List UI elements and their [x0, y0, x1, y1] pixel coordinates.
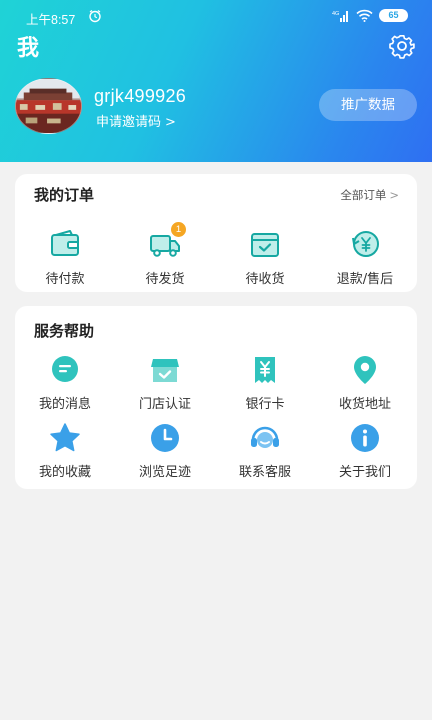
service-item-label: 收货地址 — [338, 397, 391, 412]
service-bank-card[interactable]: 银行卡 — [215, 354, 315, 412]
order-item-label: 退款/售后 — [336, 272, 394, 287]
services-card: 服务帮助 我的消息 门店认证 银行卡 收货地址 我的收藏 浏览足迹 联系客服 关… — [15, 306, 417, 489]
all-orders-label: 全部订单 — [340, 188, 387, 202]
gear-icon[interactable] — [389, 33, 415, 59]
promo-data-button[interactable]: 推广数据 — [319, 89, 417, 121]
wallet-icon — [51, 230, 79, 256]
shipment-count-badge: 1 — [171, 222, 186, 237]
service-item-label: 我的消息 — [38, 397, 91, 412]
service-item-label: 银行卡 — [245, 397, 285, 412]
orders-title: 我的订单 — [34, 186, 95, 204]
battery-indicator: 65 — [379, 9, 408, 22]
star-icon — [50, 423, 80, 452]
username: grjk499926 — [94, 86, 187, 106]
bank-card-icon — [255, 357, 275, 383]
orders-card: 我的订单 全部订单 > 待付款 1 待发货 待收货 退款/售后 — [15, 174, 417, 292]
status-bar: 上午8:57 4G 65 — [0, 0, 432, 32]
package-icon — [251, 233, 279, 257]
invite-code-link[interactable]: 申请邀请码 > — [96, 111, 176, 130]
svg-text:4G: 4G — [332, 11, 339, 17]
info-icon — [351, 424, 379, 452]
order-item-label: 待收货 — [245, 272, 285, 287]
all-orders-link[interactable]: 全部订单 > — [340, 187, 399, 203]
service-favorites[interactable]: 我的收藏 — [15, 422, 115, 480]
page-title: 我 — [17, 36, 40, 61]
services-title: 服务帮助 — [34, 322, 95, 340]
signal-icon: 4G — [332, 11, 348, 22]
service-browsing-history[interactable]: 浏览足迹 — [115, 422, 215, 480]
service-shipping-address[interactable]: 收货地址 — [315, 354, 415, 412]
service-store-verification[interactable]: 门店认证 — [115, 354, 215, 412]
profile-header: 上午8:57 4G 65 我 grjk499926 申请邀请码 > 推广数据 — [0, 0, 432, 162]
order-item-label: 待付款 — [45, 272, 85, 287]
location-pin-icon — [354, 356, 376, 384]
service-messages[interactable]: 我的消息 — [15, 354, 115, 412]
service-item-label: 我的收藏 — [38, 465, 91, 480]
alarm-icon — [89, 10, 101, 23]
order-pending-payment[interactable]: 待付款 — [15, 228, 115, 287]
service-customer-support[interactable]: 联系客服 — [215, 422, 315, 480]
service-item-label: 联系客服 — [238, 465, 291, 480]
wifi-icon — [356, 9, 373, 22]
service-about-us[interactable]: 关于我们 — [315, 422, 415, 480]
message-icon — [52, 356, 78, 382]
store-icon — [151, 359, 179, 382]
avatar-photo — [16, 79, 81, 133]
refund-icon — [352, 231, 379, 257]
status-time: 上午8:57 — [26, 13, 76, 27]
chevron-right-icon: > — [165, 115, 176, 130]
service-item-label: 浏览足迹 — [138, 465, 191, 480]
invite-code-label: 申请邀请码 — [96, 115, 162, 130]
headset-icon — [251, 426, 279, 448]
chevron-right-icon: > — [389, 188, 399, 202]
clock-icon — [151, 424, 179, 452]
service-item-label: 门店认证 — [138, 397, 191, 412]
order-pending-receipt[interactable]: 待收货 — [215, 228, 315, 287]
service-item-label: 关于我们 — [338, 465, 391, 480]
order-item-label: 待发货 — [145, 272, 185, 287]
avatar[interactable] — [15, 78, 82, 134]
truck-icon-wrap: 1 — [149, 222, 186, 260]
order-refund-aftersale[interactable]: 退款/售后 — [315, 228, 415, 287]
order-pending-shipment[interactable]: 1 待发货 — [115, 222, 215, 287]
